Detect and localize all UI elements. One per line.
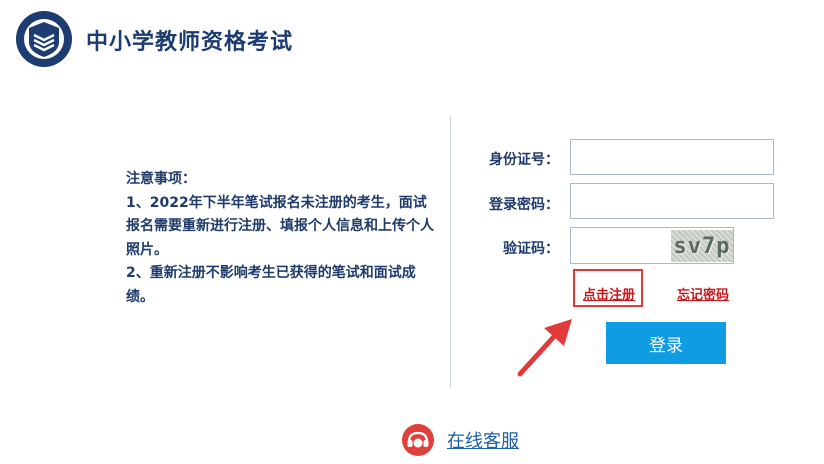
online-service-link[interactable]: 在线客服	[447, 427, 519, 453]
id-number-label: 身份证号：	[489, 152, 559, 168]
id-number-input[interactable]	[570, 139, 774, 175]
notice-heading: 注意事项：	[126, 171, 196, 187]
book-shield-logo-icon	[16, 11, 72, 67]
password-input[interactable]	[570, 183, 774, 219]
notice-item-2: 2、重新注册不影响考生已获得的笔试和面试成绩。	[126, 265, 416, 305]
login-button[interactable]: 登录	[606, 322, 726, 364]
notice-panel: 注意事项： 1、2022年下半年笔试报名未注册的考生，面试报名需要重新进行注册、…	[126, 168, 436, 309]
forgot-password-link[interactable]: 忘记密码	[677, 284, 729, 303]
pointer-arrow-icon	[517, 319, 572, 377]
site-title: 中小学教师资格考试	[86, 30, 294, 55]
captcha-label: 验证码：	[503, 241, 559, 257]
captcha-image[interactable]: sv7p	[671, 230, 733, 262]
notice-item-1: 1、2022年下半年笔试报名未注册的考生，面试报名需要重新进行注册、填报个人信息…	[126, 194, 434, 258]
register-link[interactable]: 点击注册	[583, 284, 635, 303]
password-label: 登录密码：	[489, 197, 559, 213]
vertical-divider	[450, 116, 451, 388]
online-service-icon[interactable]	[401, 423, 435, 457]
